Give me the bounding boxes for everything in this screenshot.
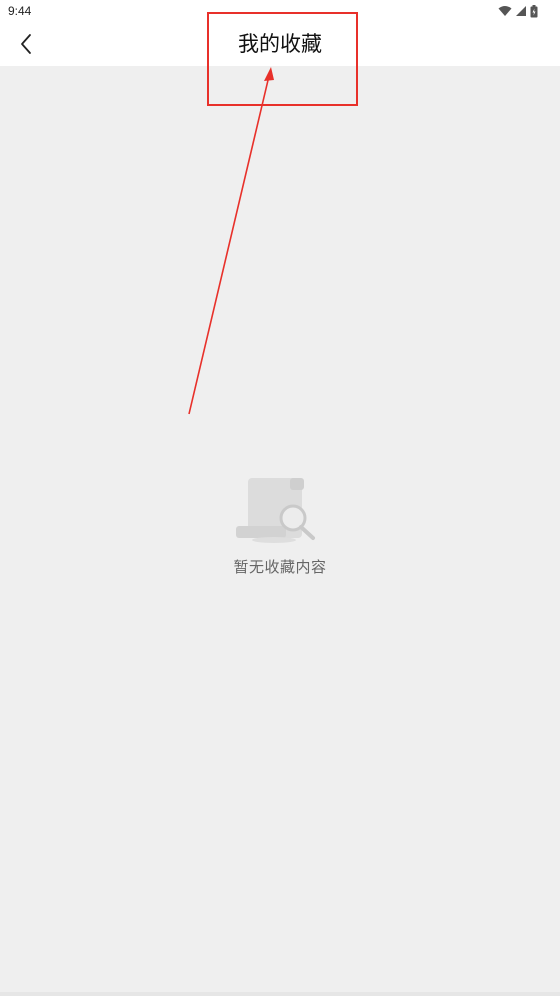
- empty-state: 暂无收藏内容: [0, 476, 560, 577]
- wifi-icon: [498, 6, 512, 16]
- document-search-icon: [236, 478, 315, 543]
- app-bar: 我的收藏: [0, 22, 560, 66]
- battery-icon: [530, 4, 538, 17]
- favorites-content: 暂无收藏内容: [0, 66, 560, 996]
- status-time: 9:44: [8, 4, 32, 18]
- empty-message: 暂无收藏内容: [233, 558, 327, 576]
- bottom-edge: [0, 992, 560, 996]
- status-bar: 9:44: [0, 0, 560, 22]
- screen: 9:44 我的收藏 暂无收藏内容: [0, 0, 560, 996]
- status-icons: [498, 4, 538, 18]
- page-title: 我的收藏: [238, 32, 322, 56]
- cellular-signal-icon: [516, 6, 526, 16]
